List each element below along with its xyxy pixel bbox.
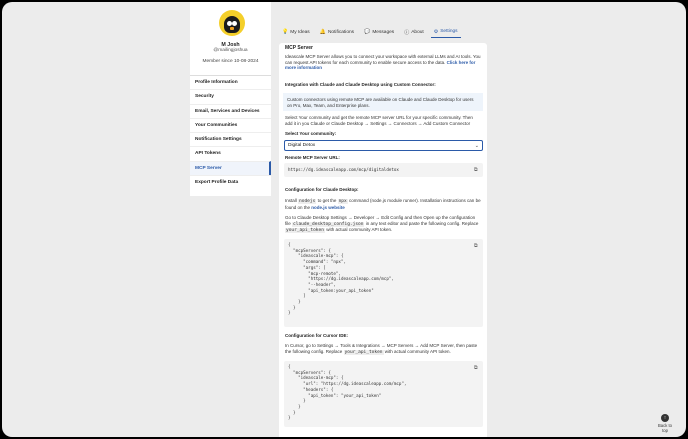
copy-desktop-config-icon[interactable]: ⧉ (474, 243, 478, 249)
bell-icon: 🔔 (319, 29, 326, 35)
mcp-intro: Ideascale MCP Server allows you to conne… (285, 54, 481, 71)
nodejs-website-link[interactable]: node.js website (311, 205, 345, 210)
gear-icon: ⚙ (433, 28, 439, 35)
tab-notifications[interactable]: 🔔 Notifications (317, 26, 357, 38)
url-label: Remote MCP Server URL: (285, 155, 340, 160)
profile-tabs: 💡 My Ideas 🔔 Notifications 💬 Messages ⓘ Abou… (279, 26, 461, 38)
tab-settings[interactable]: ⚙ Settings (430, 26, 461, 38)
sidebar-item-export-profile-data[interactable]: Export Profile Data (190, 175, 271, 189)
claude-info-box: Custom connectors using remote MCP are a… (283, 93, 483, 111)
desktop-heading: Configuration for Claude Desktop: (285, 187, 359, 192)
sidebar-item-api-tokens[interactable]: API Tokens (190, 146, 271, 160)
tab-messages[interactable]: 💬 Messages (361, 26, 397, 38)
community-select[interactable]: Digital Detox ⌄ (284, 140, 483, 151)
avatar (219, 10, 245, 36)
sidebar-item-mcp-server[interactable]: MCP Server (190, 160, 271, 176)
desktop-install-text: Install nodejs to get the npx command (n… (285, 198, 481, 210)
chat-icon: 💬 (364, 29, 371, 35)
cursor-config-text: In Cursor, go to Settings → Tools & Inte… (285, 343, 478, 355)
member-since: Member since 10-08-2024 (202, 59, 259, 64)
sidebar-item-your-communities[interactable]: Your Communities (190, 117, 271, 132)
tab-about[interactable]: ⓘ About (401, 26, 427, 38)
tab-my-ideas[interactable]: 💡 My Ideas (279, 26, 313, 38)
sidebar-item-security[interactable]: Security (190, 89, 271, 103)
user-handle: @mailingjoshua (213, 48, 248, 53)
section-title: MCP Server (285, 45, 313, 51)
copy-cursor-config-icon[interactable]: ⧉ (474, 365, 478, 371)
back-to-top-button[interactable]: ↑ Back to top (657, 414, 673, 433)
lightbulb-icon: 💡 (282, 29, 289, 35)
chevron-down-icon: ⌄ (474, 142, 479, 149)
server-url-box: https://dg.ideascaleapp.com/mcp/digitald… (284, 163, 483, 177)
desktop-config-text: Go to Claude Desktop Settings → Develope… (285, 215, 479, 234)
app-frame: M Josh @mailingjoshua Member since 10-08… (2, 2, 686, 437)
arrow-up-icon: ↑ (661, 414, 669, 422)
sidebar-item-notification-settings[interactable]: Notification Settings (190, 132, 271, 146)
select-community-label: Select Your community: (285, 131, 337, 136)
copy-url-icon[interactable]: ⧉ (474, 167, 478, 173)
desktop-config-code: { "mcpServers": { "ideascale-mcp": { "co… (284, 239, 483, 327)
claude-instructions: Select Your community and get the remote… (285, 115, 473, 126)
profile-menu: Profile Information Security Email, Serv… (190, 75, 271, 189)
claude-heading: Integration with Claude and Claude Deskt… (285, 82, 436, 87)
cursor-config-code: { "mcpServers": { "ideascale-mcp": { "ur… (284, 361, 483, 427)
info-icon: ⓘ (404, 29, 410, 36)
sidebar-item-email-services-devices[interactable]: Email, Services and Devices (190, 103, 271, 118)
sidebar-item-profile-information[interactable]: Profile Information (190, 75, 271, 89)
cursor-heading: Configuration for Cursor IDE: (285, 333, 348, 338)
